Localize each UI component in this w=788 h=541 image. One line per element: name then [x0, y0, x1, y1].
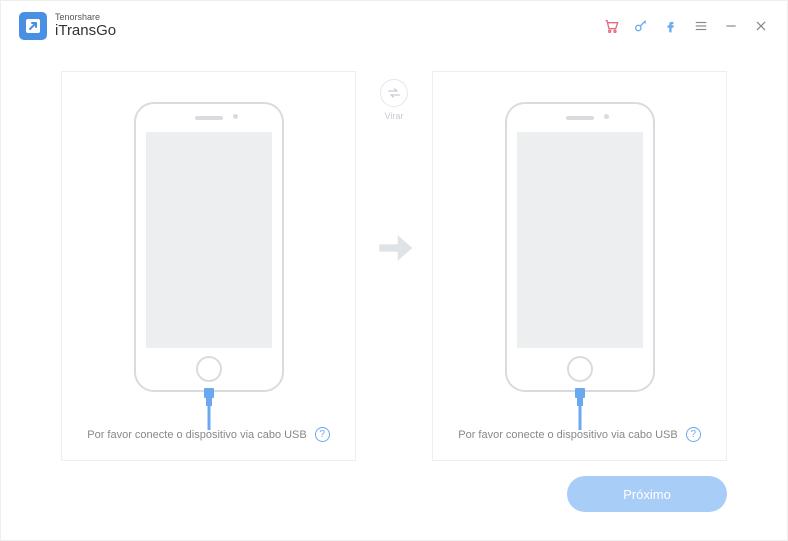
target-prompt-text: Por favor conecte o dispositivo via cabo…	[458, 429, 678, 441]
app-logo-icon	[19, 12, 47, 40]
source-phone-illustration	[134, 102, 284, 392]
source-prompt: Por favor conecte o dispositivo via cabo…	[62, 427, 355, 442]
target-prompt: Por favor conecte o dispositivo via cabo…	[433, 427, 726, 442]
app-header: Tenorshare iTransGo	[1, 1, 787, 51]
brand-text: Tenorshare iTransGo	[55, 13, 116, 39]
usb-cable-icon	[569, 388, 591, 430]
header-controls	[603, 18, 769, 34]
flip-button[interactable]	[380, 79, 408, 107]
source-help-icon[interactable]: ?	[315, 427, 330, 442]
target-phone-illustration	[505, 102, 655, 392]
product-name: iTransGo	[55, 23, 116, 40]
usb-cable-icon	[198, 388, 220, 430]
target-device-panel: Por favor conecte o dispositivo via cabo…	[432, 71, 727, 461]
menu-icon[interactable]	[693, 18, 709, 34]
next-button[interactable]: Próximo	[567, 476, 727, 512]
transfer-arrow-icon	[372, 226, 416, 270]
brand-area: Tenorshare iTransGo	[19, 12, 116, 40]
source-device-panel: Por favor conecte o dispositivo via cabo…	[61, 71, 356, 461]
minimize-icon[interactable]	[723, 18, 739, 34]
cart-icon[interactable]	[603, 18, 619, 34]
next-button-label: Próximo	[623, 487, 671, 502]
target-help-icon[interactable]: ?	[686, 427, 701, 442]
close-icon[interactable]	[753, 18, 769, 34]
source-prompt-text: Por favor conecte o dispositivo via cabo…	[87, 429, 307, 441]
flip-control: Virar	[380, 79, 408, 121]
facebook-icon[interactable]	[663, 18, 679, 34]
key-icon[interactable]	[633, 18, 649, 34]
flip-label: Virar	[385, 111, 404, 121]
